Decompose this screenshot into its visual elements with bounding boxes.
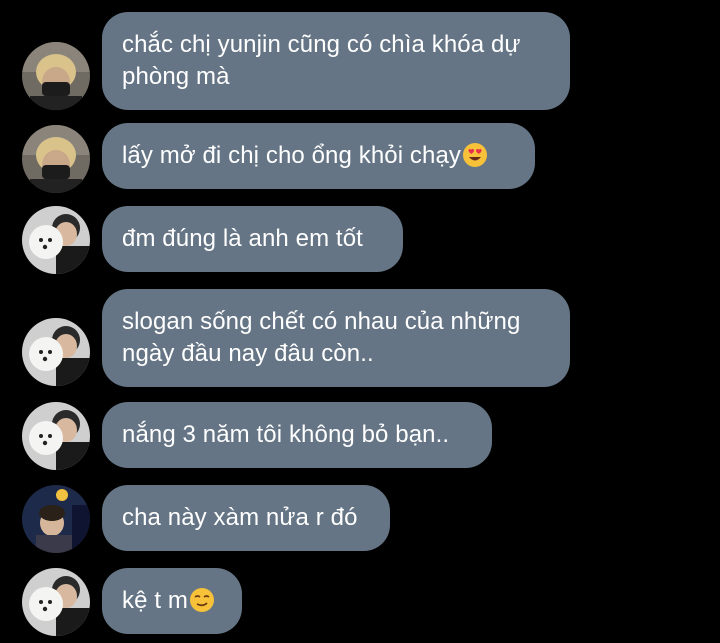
avatar-blonde-masked[interactable] <box>22 125 90 193</box>
chat-thread: chắc chị yunjin cũng có chìa khóa dự phò… <box>0 0 720 643</box>
message-text: cha này xàm nửa r đó <box>122 504 358 531</box>
avatar-boy-with-dog[interactable] <box>22 568 90 636</box>
avatar-boy-with-dog[interactable] <box>22 318 90 386</box>
message-bubble[interactable]: lấy mở đi chị cho ổng khỏi chạy <box>102 123 535 189</box>
message-text: kệ t m <box>122 587 188 614</box>
message-bubble[interactable]: nắng 3 năm tôi không bỏ bạn.. <box>102 402 492 468</box>
message-text: lấy mở đi chị cho ổng khỏi chạy <box>122 142 462 169</box>
message-text: chắc chị yunjin cũng có chìa khóa dự phò… <box>122 31 521 90</box>
avatar-night-sky[interactable] <box>22 485 90 553</box>
message-bubble[interactable]: chắc chị yunjin cũng có chìa khóa dự phò… <box>102 12 570 110</box>
message-text: nắng 3 năm tôi không bỏ bạn.. <box>122 421 450 448</box>
message-bubble[interactable]: cha này xàm nửa r đó <box>102 485 390 551</box>
message-bubble[interactable]: slogan sống chết có nhau của những ngày … <box>102 289 570 387</box>
avatar-boy-with-dog[interactable] <box>22 402 90 470</box>
avatar-blonde-masked[interactable] <box>22 42 90 110</box>
message-bubble[interactable]: đm đúng là anh em tốt <box>102 206 403 272</box>
heart-eyes-emoji-icon <box>463 143 488 167</box>
message-text: đm đúng là anh em tốt <box>122 225 363 252</box>
message-bubble[interactable]: kệ t m <box>102 568 242 634</box>
smirk-emoji-icon <box>189 588 214 612</box>
message-text: slogan sống chết có nhau của những ngày … <box>122 308 521 367</box>
avatar-boy-with-dog[interactable] <box>22 206 90 274</box>
